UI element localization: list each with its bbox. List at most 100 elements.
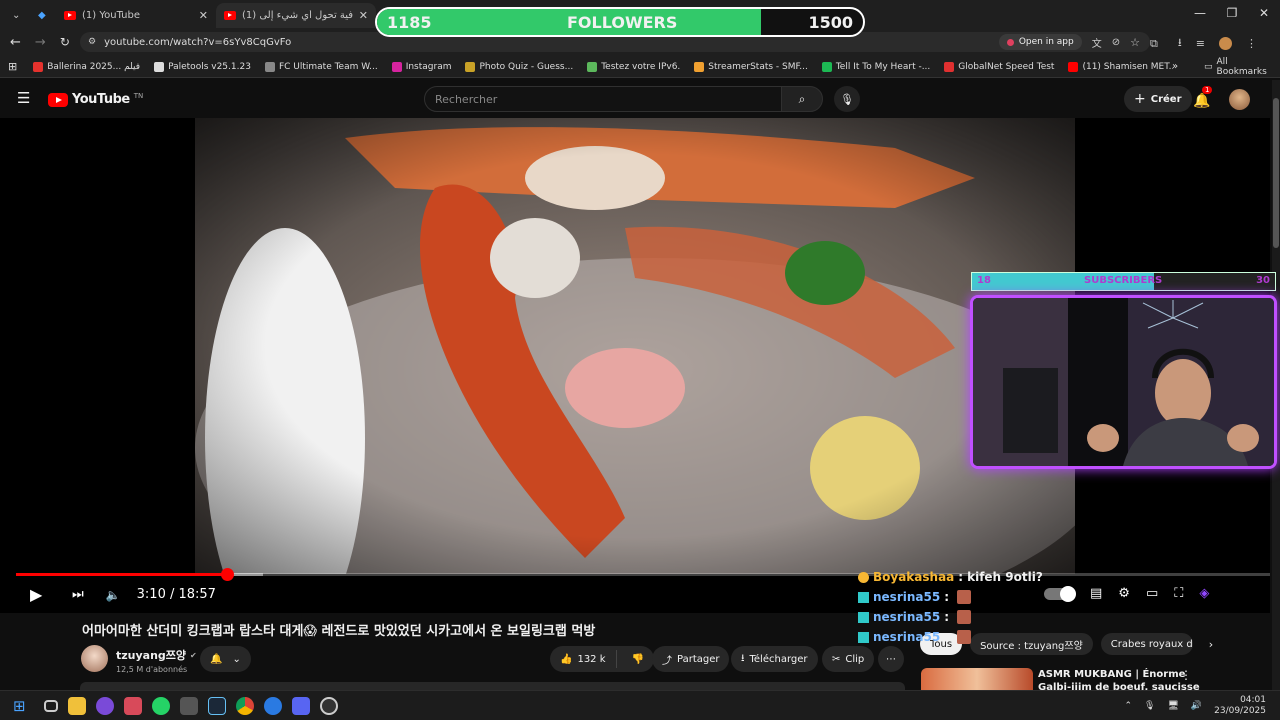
search-button[interactable]: ⌕ (781, 86, 823, 112)
close-icon[interactable]: ✕ (359, 9, 368, 22)
app-blue-icon[interactable] (263, 696, 282, 715)
profile-avatar[interactable] (1218, 37, 1232, 50)
bookmark-label: GlobalNet Speed Test (958, 61, 1055, 72)
translate-icon[interactable]: 文 (1092, 35, 1102, 50)
volume-icon[interactable]: 🔈 (106, 588, 121, 602)
open-in-app-button[interactable]: Open in app (998, 34, 1082, 50)
subtitles-icon[interactable]: ▤ (1090, 586, 1102, 601)
description-box[interactable] (80, 682, 905, 690)
bookmark-star-icon[interactable]: ☆ (1130, 36, 1140, 49)
video-content (195, 118, 1075, 574)
dislike-button[interactable]: 👎 (622, 654, 654, 665)
bookmark-label: (11) Shamisen MET... (1082, 61, 1174, 72)
eye-off-icon[interactable]: ⊘ (1112, 37, 1120, 48)
channel-avatar[interactable] (81, 645, 108, 672)
start-icon[interactable]: ⊞ (13, 697, 26, 715)
search-input[interactable]: Rechercher (424, 86, 782, 112)
tab-search-button[interactable]: ⌄ (4, 3, 26, 28)
bookmark-item[interactable]: Tell It To My Heart -... (821, 61, 930, 72)
rec-video-title[interactable]: ASMR MUKBANG | Énorme Galbi-jjim de boeu… (1038, 668, 1200, 690)
chrome-icon[interactable] (235, 696, 254, 715)
bookmark-item[interactable]: StreamerStats - SMF... (694, 61, 808, 72)
extensions-icon[interactable]: ⧉ (1150, 37, 1158, 51)
rec-more-icon[interactable]: ⋮ (1180, 668, 1192, 682)
bookmark-item[interactable]: FC Ultimate Team W... (264, 61, 378, 72)
media-icon[interactable]: ≡ (1196, 37, 1205, 50)
microphone-icon[interactable]: 🎙 (1144, 701, 1155, 711)
url-text[interactable]: youtube.com/watch?v=6sYv8CqGvFo (104, 37, 291, 48)
notifications-button[interactable]: 🔔 1 (1193, 86, 1213, 109)
discord-icon[interactable] (291, 696, 310, 715)
subscriber-count: 12,5 M d'abonnés (116, 665, 188, 674)
played-bar (16, 573, 227, 576)
app-dark-icon[interactable] (179, 696, 198, 715)
monitor-icon[interactable]: 🖥 (1167, 701, 1178, 711)
fullscreen-icon[interactable]: ⛶ (1174, 586, 1183, 601)
reload-icon[interactable]: ↻ (60, 35, 70, 49)
forward-icon[interactable]: → (35, 35, 46, 50)
account-avatar[interactable] (1229, 89, 1250, 110)
whatsapp-icon[interactable] (151, 696, 170, 715)
share-button[interactable]: ⤴ Partager (652, 646, 730, 672)
scrubber-handle[interactable] (220, 568, 234, 581)
app-video-icon[interactable] (123, 696, 142, 715)
back-icon[interactable]: ← (10, 35, 21, 50)
app-circle-icon[interactable] (95, 696, 114, 715)
subscribe-bell-button[interactable]: 🔔 ⌄ (200, 646, 251, 672)
bookmark-item[interactable]: Photo Quiz - Guess... (465, 61, 573, 72)
site-info-icon[interactable]: ⚙ (88, 37, 96, 47)
bookmark-item[interactable]: Ballerina 2025... فيلم (33, 61, 140, 72)
like-button[interactable]: 👍 132 k (550, 650, 617, 668)
chat-separator: : (958, 570, 964, 584)
minimize-icon[interactable]: — (1184, 6, 1216, 20)
bookmark-item[interactable]: GlobalNet Speed Test (944, 61, 1055, 72)
chevron-right-icon[interactable]: › (1209, 638, 1213, 651)
hamburger-menu-icon[interactable]: ☰ (17, 89, 30, 107)
theater-mode-icon[interactable]: ▭ (1146, 586, 1158, 601)
download-icon[interactable]: ⭳ (1178, 34, 1182, 53)
tab-youtube[interactable]: (1) YouTube ✕ (56, 3, 216, 28)
speaker-icon[interactable]: 🔊 (1191, 701, 1202, 711)
bookmark-item[interactable]: (11) Shamisen MET... (1068, 61, 1174, 72)
apps-icon[interactable]: ⊞ (8, 60, 17, 73)
followers-goal: 1500 (808, 13, 853, 32)
file-explorer-icon[interactable] (67, 696, 86, 715)
bookmark-favicon-icon (694, 61, 705, 72)
close-window-icon[interactable]: ✕ (1248, 6, 1280, 20)
rec-thumbnail[interactable] (921, 668, 1033, 690)
progress-bar[interactable] (16, 568, 1270, 581)
clock[interactable]: 04:01 23/09/2025 (1214, 695, 1266, 717)
next-icon[interactable]: ⏭ (72, 587, 84, 602)
video-frame[interactable] (195, 118, 1075, 574)
settings-icon[interactable]: ⚙ (1118, 586, 1130, 601)
obs-icon[interactable] (319, 696, 338, 715)
window-controls: — ❐ ✕ (1184, 6, 1280, 20)
youtube-logo[interactable]: YouTube TN (48, 92, 143, 107)
twitch-icon[interactable]: ◈ (1199, 586, 1209, 601)
tab-arabic-video[interactable]: (1) آلة خرافية تحول أي شيء إلى ... ✕ (216, 3, 376, 28)
all-bookmarks-button[interactable]: ▭ All Bookmarks (1204, 57, 1280, 77)
voice-search-button[interactable]: 🎙 (834, 86, 860, 112)
play-icon[interactable]: ▶ (30, 585, 48, 604)
tray-chevron-up-icon[interactable]: ⌃ (1124, 701, 1132, 711)
bookmark-item[interactable]: Instagram (391, 61, 451, 72)
create-button[interactable]: + Créer (1124, 86, 1192, 112)
plus-icon: + (1134, 91, 1146, 107)
download-button[interactable]: ⭳ Télécharger (731, 646, 818, 672)
bookmark-item[interactable]: Testez votre IPv6. (587, 61, 680, 72)
chat-text: kifeh 9otli? (967, 570, 1043, 584)
menu-icon[interactable]: ⋮ (1246, 37, 1257, 50)
task-view-icon[interactable] (43, 699, 58, 712)
youtube-icon (224, 11, 236, 20)
close-icon[interactable]: ✕ (199, 9, 208, 22)
pinned-tab[interactable]: ◆ (30, 3, 54, 28)
clip-button[interactable]: ✂ Clip (822, 646, 875, 672)
steam-icon[interactable] (207, 696, 226, 715)
more-actions-button[interactable]: ⋯ (878, 646, 904, 672)
scrollbar-thumb[interactable] (1273, 98, 1279, 248)
chip-topic[interactable]: Crabes royaux du (1100, 633, 1193, 655)
bookmark-item[interactable]: Paletools v25.1.23 (154, 61, 251, 72)
restore-icon[interactable]: ❐ (1216, 6, 1248, 20)
more-bookmarks-icon[interactable]: » (1172, 61, 1178, 72)
channel-name[interactable]: tzuyang쯔양 (116, 647, 186, 663)
